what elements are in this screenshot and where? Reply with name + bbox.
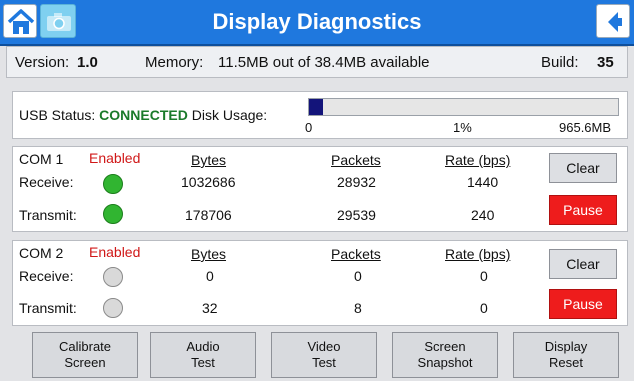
transmit-rate: 0 (480, 300, 488, 316)
version-label: Version: (15, 54, 70, 71)
transmit-label: Transmit: (19, 300, 77, 316)
com-name: COM 1 (19, 151, 64, 167)
transmit-status-led (103, 298, 123, 318)
usb-status-value: CONNECTED (99, 107, 188, 123)
transmit-bytes: 178706 (185, 207, 232, 223)
video-test-button[interactable]: Video Test (271, 332, 377, 378)
receive-label: Receive: (19, 174, 74, 190)
com2-panel: COM 2 Enabled Bytes Packets Rate (bps) R… (12, 240, 628, 326)
camera-button[interactable] (40, 4, 76, 38)
com2-pause-button[interactable]: Pause (549, 289, 617, 319)
title-bar: Display Diagnostics (0, 0, 634, 46)
receive-bytes: 1032686 (181, 174, 236, 190)
transmit-status-led (103, 204, 123, 224)
disk-scale-min: 0 (305, 120, 313, 135)
transmit-rate: 240 (471, 207, 495, 223)
receive-label: Receive: (19, 268, 74, 284)
receive-rate: 1440 (467, 174, 499, 190)
bytes-header: Bytes (191, 246, 227, 262)
diagnostics-screen: Display Diagnostics Version: 1.0 Memory:… (0, 0, 634, 381)
disk-usage-fill (309, 99, 323, 115)
com-state: Enabled (89, 244, 141, 260)
rate-header: Rate (bps) (445, 152, 511, 168)
receive-packets: 0 (354, 268, 362, 284)
com-name: COM 2 (19, 245, 64, 261)
action-bar: Calibrate Screen Audio Test Video Test Scre… (0, 332, 634, 381)
transmit-bytes: 32 (202, 300, 218, 316)
page-title: Display Diagnostics (212, 9, 422, 34)
screen-snapshot-button[interactable]: Screen Snapshot (392, 332, 498, 378)
disk-usage-bar (308, 98, 619, 116)
com2-clear-button[interactable]: Clear (549, 249, 617, 279)
transmit-packets: 8 (354, 300, 362, 316)
com-state: Enabled (89, 150, 141, 166)
memory-label: Memory: (145, 54, 204, 71)
packets-header: Packets (331, 152, 381, 168)
com1-pause-button[interactable]: Pause (549, 195, 617, 225)
transmit-packets: 29539 (337, 207, 376, 223)
com1-clear-button[interactable]: Clear (549, 153, 617, 183)
receive-packets: 28932 (337, 174, 376, 190)
back-arrow-icon (608, 12, 622, 32)
receive-status-led (103, 267, 123, 287)
home-button[interactable] (3, 4, 37, 38)
back-button[interactable] (596, 4, 630, 38)
receive-status-led (103, 174, 123, 194)
usb-status-label: USB Status: (19, 107, 96, 123)
disk-capacity: 965.6MB (559, 120, 612, 135)
disk-usage-percent: 1% (453, 120, 472, 135)
rate-header: Rate (bps) (445, 246, 511, 262)
display-reset-button[interactable]: Display Reset (513, 332, 619, 378)
build-value: 35 (597, 54, 614, 71)
transmit-label: Transmit: (19, 207, 77, 223)
system-info-bar: Version: 1.0 Memory: 11.5MB out of 38.4M… (6, 46, 628, 78)
home-icon (7, 9, 35, 34)
audio-test-button[interactable]: Audio Test (150, 332, 256, 378)
receive-rate: 0 (480, 268, 488, 284)
usb-status-row: USB Status: CONNECTED Disk Usage: (19, 107, 267, 123)
build-label: Build: (541, 54, 579, 71)
receive-bytes: 0 (206, 268, 214, 284)
disk-usage-label: Disk Usage: (191, 107, 268, 123)
version-value: 1.0 (77, 54, 98, 71)
camera-icon (47, 13, 71, 31)
calibrate-screen-button[interactable]: Calibrate Screen (32, 332, 138, 378)
packets-header: Packets (331, 246, 381, 262)
bytes-header: Bytes (191, 152, 227, 168)
com1-panel: COM 1 Enabled Bytes Packets Rate (bps) R… (12, 146, 628, 232)
usb-status-panel: USB Status: CONNECTED Disk Usage: 0 1% 9… (12, 91, 628, 139)
memory-value: 11.5MB out of 38.4MB available (218, 54, 430, 71)
